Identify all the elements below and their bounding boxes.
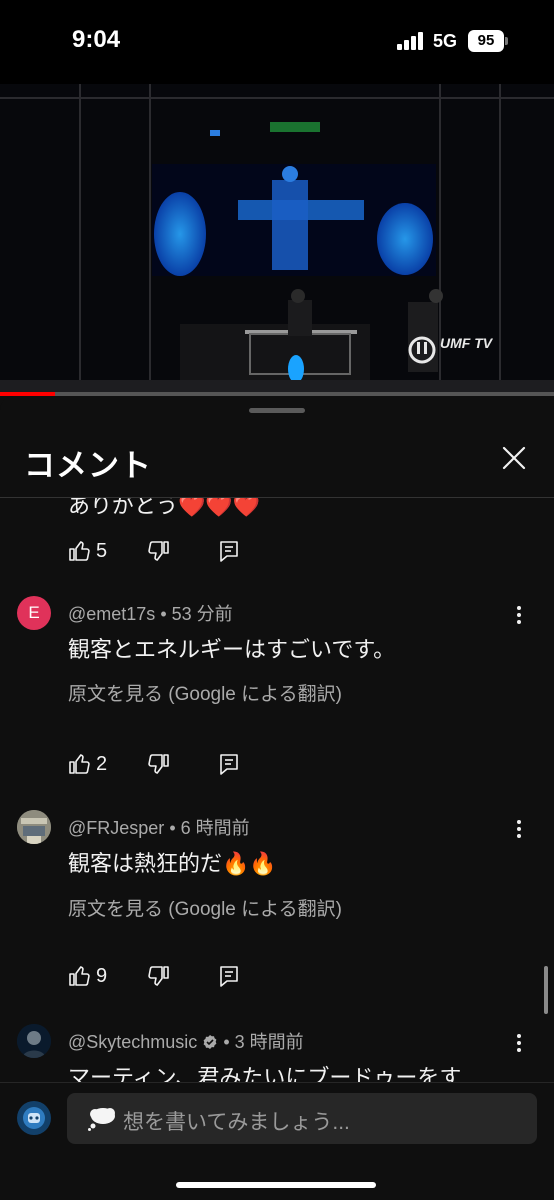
avatar[interactable] (17, 1024, 51, 1058)
comment-input[interactable]: 想を書いてみましょう... (67, 1093, 537, 1144)
reply-button[interactable] (218, 963, 240, 989)
like-button[interactable] (68, 751, 92, 777)
thumbs-down-icon (148, 754, 169, 774)
thumbs-up-icon (69, 966, 90, 986)
more-options-button[interactable] (510, 1032, 528, 1054)
video-player[interactable]: UMF TV (0, 84, 554, 396)
reply-icon (220, 754, 238, 775)
reply-icon (220, 966, 238, 987)
composer-divider (0, 1082, 554, 1083)
video-logo: UMF TV (440, 335, 494, 351)
status-time: 9:04 (72, 26, 121, 53)
comment-author[interactable]: @FRJesper (68, 818, 164, 838)
close-icon (502, 446, 526, 470)
reply-icon (220, 541, 238, 562)
thumbs-down-icon (148, 541, 169, 561)
more-vert-icon (517, 606, 521, 624)
comment-meta: @FRJesper • 6 時間前 (68, 814, 250, 840)
avatar[interactable]: E (17, 596, 51, 630)
dislike-button[interactable] (146, 538, 170, 564)
meta-separator: • (169, 818, 176, 838)
comment-text: ありがとう❤️❤️❤️ (68, 498, 261, 518)
more-options-button[interactable] (510, 818, 528, 840)
avatar[interactable] (17, 810, 51, 844)
reply-button[interactable] (218, 538, 240, 564)
like-button[interactable] (68, 538, 92, 564)
see-original-link[interactable]: 原文を見る (Google による翻訳) (68, 679, 342, 706)
more-options-button[interactable] (510, 604, 528, 626)
comment-list[interactable]: ありがとう❤️❤️❤️ 5 E @emet17s • 53 分前 観客とエネルギ… (0, 498, 554, 1082)
verified-icon (203, 1035, 217, 1049)
more-vert-icon (517, 1034, 521, 1052)
video-frame: UMF TV (0, 84, 554, 396)
meta-separator: • (223, 1032, 230, 1052)
comment-time: 3 時間前 (234, 1032, 304, 1052)
battery-icon: 95 (468, 30, 504, 52)
comment-meta: @emet17s • 53 分前 (68, 600, 233, 626)
comment-meta: @Skytechmusic • 3 時間前 (68, 1028, 304, 1054)
comment-text: マーティン、君みたいにブードゥーをす (68, 1065, 462, 1082)
status-bar: 9:04 5G 95 (0, 0, 554, 84)
user-avatar-image (17, 1101, 51, 1135)
avatar-image (17, 1024, 51, 1058)
thumbs-up-icon (69, 541, 90, 561)
dislike-button[interactable] (146, 963, 170, 989)
battery-tip (505, 37, 508, 45)
dislike-button[interactable] (146, 751, 170, 777)
comment-author[interactable]: @Skytechmusic (68, 1032, 197, 1052)
comment-time: 6 時間前 (180, 818, 250, 838)
comment-text: 観客とエネルギーはすごいです。 (68, 637, 396, 662)
more-vert-icon (517, 820, 521, 838)
like-button[interactable] (68, 963, 92, 989)
avatar-image (17, 810, 51, 844)
like-count: 2 (96, 753, 108, 775)
meta-separator: • (160, 604, 167, 624)
comment-author[interactable]: @emet17s (68, 604, 155, 624)
home-indicator[interactable] (176, 1182, 376, 1188)
thumbs-up-icon (69, 754, 90, 774)
comment-time: 53 分前 (171, 604, 233, 624)
like-count: 9 (96, 965, 108, 987)
drag-handle[interactable] (249, 408, 305, 413)
comments-sheet: コメント ありがとう❤️❤️❤️ 5 E @emet17s • 53 分前 観客… (0, 396, 554, 1200)
comment-text: 観客は熱狂的だ🔥🔥 (68, 851, 277, 876)
network-type: 5G (433, 31, 458, 51)
reply-button[interactable] (218, 751, 240, 777)
thought-bubble-icon (88, 1108, 115, 1131)
comments-title: コメント (24, 448, 152, 483)
see-original-link[interactable]: 原文を見る (Google による翻訳) (68, 894, 342, 921)
like-count: 5 (96, 540, 108, 562)
thumbs-down-icon (148, 966, 169, 986)
comment-input-placeholder: 想を書いてみましょう... (123, 1111, 350, 1134)
signal-icon (397, 32, 425, 50)
close-button[interactable] (498, 442, 530, 474)
scrollbar[interactable] (544, 966, 548, 1014)
user-avatar (17, 1101, 51, 1135)
